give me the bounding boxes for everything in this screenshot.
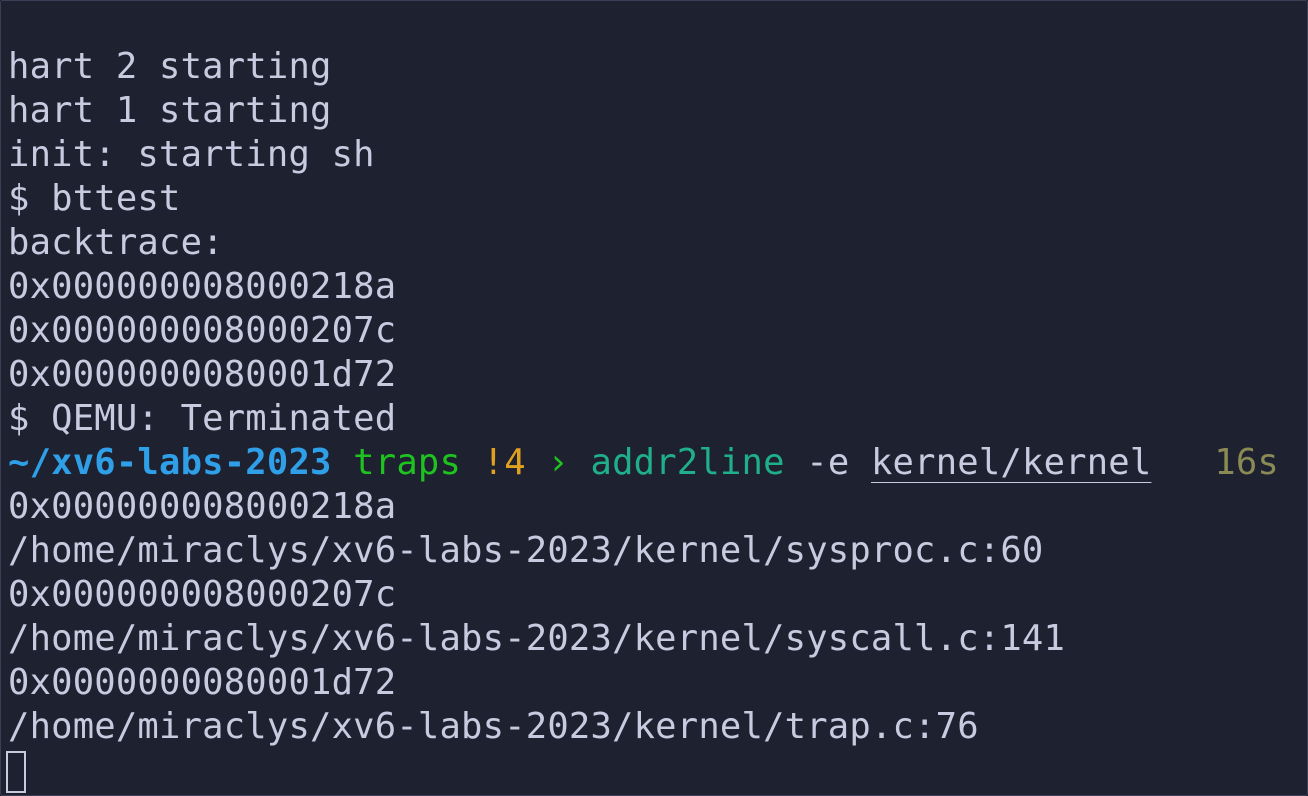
output-line: 0x000000008000207c	[8, 310, 397, 351]
output-line: $ QEMU: Terminated	[8, 398, 397, 439]
terminal-window[interactable]: hart 2 starting hart 1 starting init: st…	[0, 0, 1308, 796]
prompt-path: ~/xv6-labs-2023	[8, 442, 332, 483]
output-line: $ bttest	[8, 178, 181, 219]
prompt-git-status: !4	[482, 442, 526, 483]
command-duration: 16s	[1214, 442, 1279, 483]
command-argument: kernel/kernel	[870, 442, 1152, 483]
output-line: 0x000000008000207c	[8, 574, 397, 615]
prompt-git-branch: traps	[353, 442, 462, 483]
output-line: hart 2 starting	[8, 46, 332, 87]
output-line: /home/miraclys/xv6-labs-2023/kernel/trap…	[8, 706, 979, 747]
terminal-cursor[interactable]	[6, 751, 26, 793]
command-flag: -e	[806, 442, 850, 483]
command-name: addr2line	[590, 442, 785, 483]
output-line: init: starting sh	[8, 134, 375, 175]
output-line: /home/miraclys/xv6-labs-2023/kernel/sysp…	[8, 530, 1044, 571]
output-line: /home/miraclys/xv6-labs-2023/kernel/sysc…	[8, 618, 1066, 659]
prompt-arrow-icon: ›	[547, 442, 569, 483]
shell-prompt-line: ~/xv6-labs-2023 traps !4 › addr2line -e …	[8, 441, 1307, 485]
output-line: 0x000000008000218a	[8, 486, 397, 527]
output-line: 0x0000000080001d72	[8, 662, 397, 703]
output-line: 0x000000008000218a	[8, 266, 397, 307]
output-line: hart 1 starting	[8, 90, 332, 131]
output-line: 0x0000000080001d72	[8, 354, 397, 395]
output-line: backtrace:	[8, 222, 224, 263]
